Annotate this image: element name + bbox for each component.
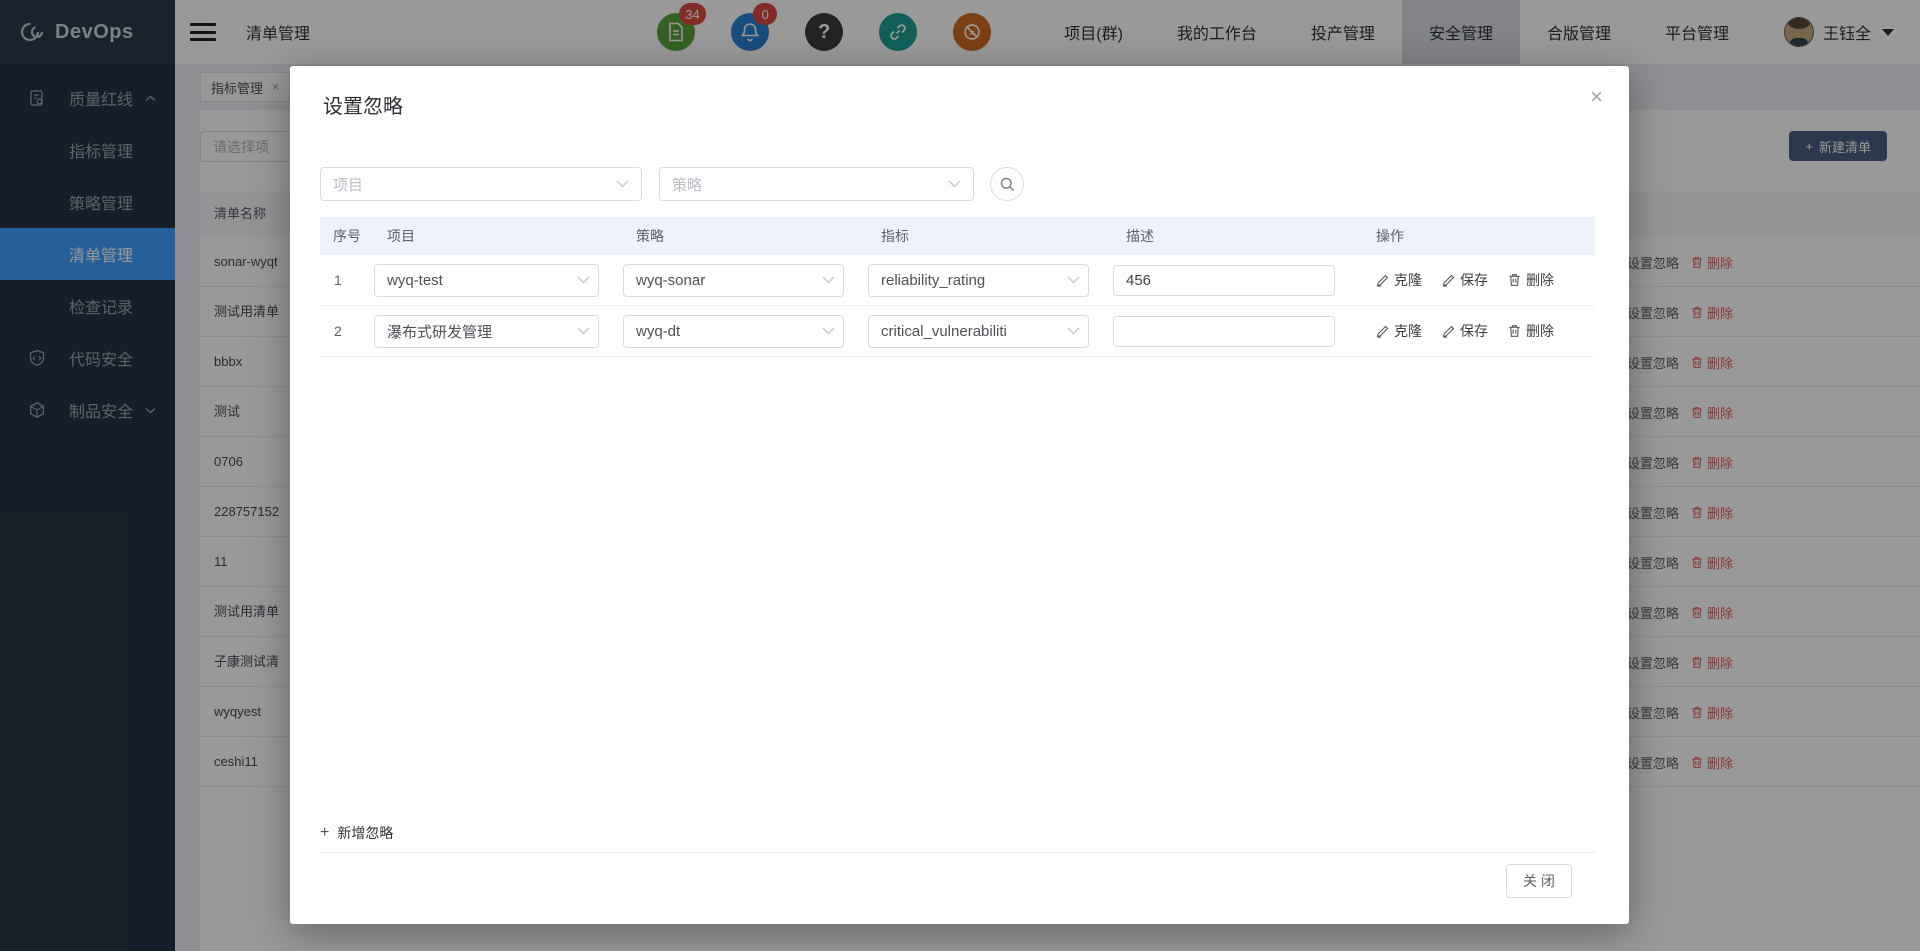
dialog-title: 设置忽略 bbox=[323, 96, 403, 118]
add-ignore-button[interactable]: + 新增忽略 bbox=[320, 823, 393, 843]
pencil-icon bbox=[1442, 325, 1455, 338]
set-ignore-dialog: 设置忽略 × 项目 策略 序号 项目 策略 指标 描述 操作 1 wyq-tes… bbox=[290, 66, 1629, 924]
col-actions: 操作 bbox=[1376, 228, 1404, 244]
project-select[interactable]: 项目 bbox=[320, 167, 642, 201]
ignore-row: 1 wyq-test wyq-sonar reliability_rating … bbox=[320, 255, 1595, 306]
chevron-down-icon bbox=[822, 327, 835, 335]
footer-divider bbox=[320, 852, 1595, 853]
chevron-down-icon bbox=[577, 276, 590, 284]
col-project: 项目 bbox=[387, 228, 415, 244]
pencil-icon bbox=[1376, 325, 1389, 338]
col-index: 序号 bbox=[333, 228, 361, 244]
chevron-down-icon bbox=[1067, 276, 1080, 284]
row-policy-select[interactable]: wyq-dt bbox=[623, 314, 844, 348]
row-metric-select[interactable]: reliability_rating bbox=[868, 263, 1089, 297]
trash-icon bbox=[1509, 274, 1520, 286]
chevron-down-icon bbox=[577, 327, 590, 335]
pencil-icon bbox=[1442, 274, 1455, 287]
save-link[interactable]: 保存 bbox=[1442, 270, 1488, 290]
ignore-table-header: 序号 项目 策略 指标 描述 操作 bbox=[320, 217, 1595, 255]
row-index: 1 bbox=[334, 272, 342, 288]
row-actions: 克隆 保存 删除 bbox=[1363, 270, 1595, 290]
row-description-input[interactable] bbox=[1113, 264, 1335, 296]
search-button[interactable] bbox=[990, 167, 1024, 201]
chevron-down-icon bbox=[616, 180, 629, 188]
delete-link[interactable]: 删除 bbox=[1508, 270, 1554, 290]
ignore-table: 序号 项目 策略 指标 描述 操作 1 wyq-test wyq-sonar r… bbox=[320, 217, 1595, 357]
trash-icon bbox=[1509, 325, 1520, 337]
chevron-down-icon bbox=[948, 180, 961, 188]
clone-link[interactable]: 克隆 bbox=[1376, 321, 1422, 341]
policy-select[interactable]: 策略 bbox=[659, 167, 974, 201]
row-metric-select[interactable]: critical_vulnerabiliti bbox=[868, 314, 1089, 348]
pencil-icon bbox=[1376, 274, 1389, 287]
row-policy-select[interactable]: wyq-sonar bbox=[623, 263, 844, 297]
col-policy: 策略 bbox=[636, 228, 664, 244]
search-icon bbox=[1000, 177, 1014, 191]
row-project-select[interactable]: 瀑布式研发管理 bbox=[374, 314, 599, 348]
row-project-select[interactable]: wyq-test bbox=[374, 263, 599, 297]
delete-link[interactable]: 删除 bbox=[1508, 321, 1554, 341]
dialog-filters: 项目 策略 bbox=[320, 167, 1024, 201]
row-description-input[interactable] bbox=[1113, 315, 1335, 347]
save-link[interactable]: 保存 bbox=[1442, 321, 1488, 341]
col-metric: 指标 bbox=[881, 228, 909, 244]
chevron-down-icon bbox=[1067, 327, 1080, 335]
col-description: 描述 bbox=[1126, 228, 1154, 244]
chevron-down-icon bbox=[822, 276, 835, 284]
clone-link[interactable]: 克隆 bbox=[1376, 270, 1422, 290]
close-icon[interactable]: × bbox=[1590, 86, 1603, 108]
plus-icon: + bbox=[320, 824, 330, 841]
row-actions: 克隆 保存 删除 bbox=[1363, 321, 1595, 341]
close-dialog-button[interactable]: 关 闭 bbox=[1506, 864, 1572, 898]
ignore-row: 2 瀑布式研发管理 wyq-dt critical_vulnerabiliti … bbox=[320, 306, 1595, 357]
row-index: 2 bbox=[334, 323, 342, 339]
